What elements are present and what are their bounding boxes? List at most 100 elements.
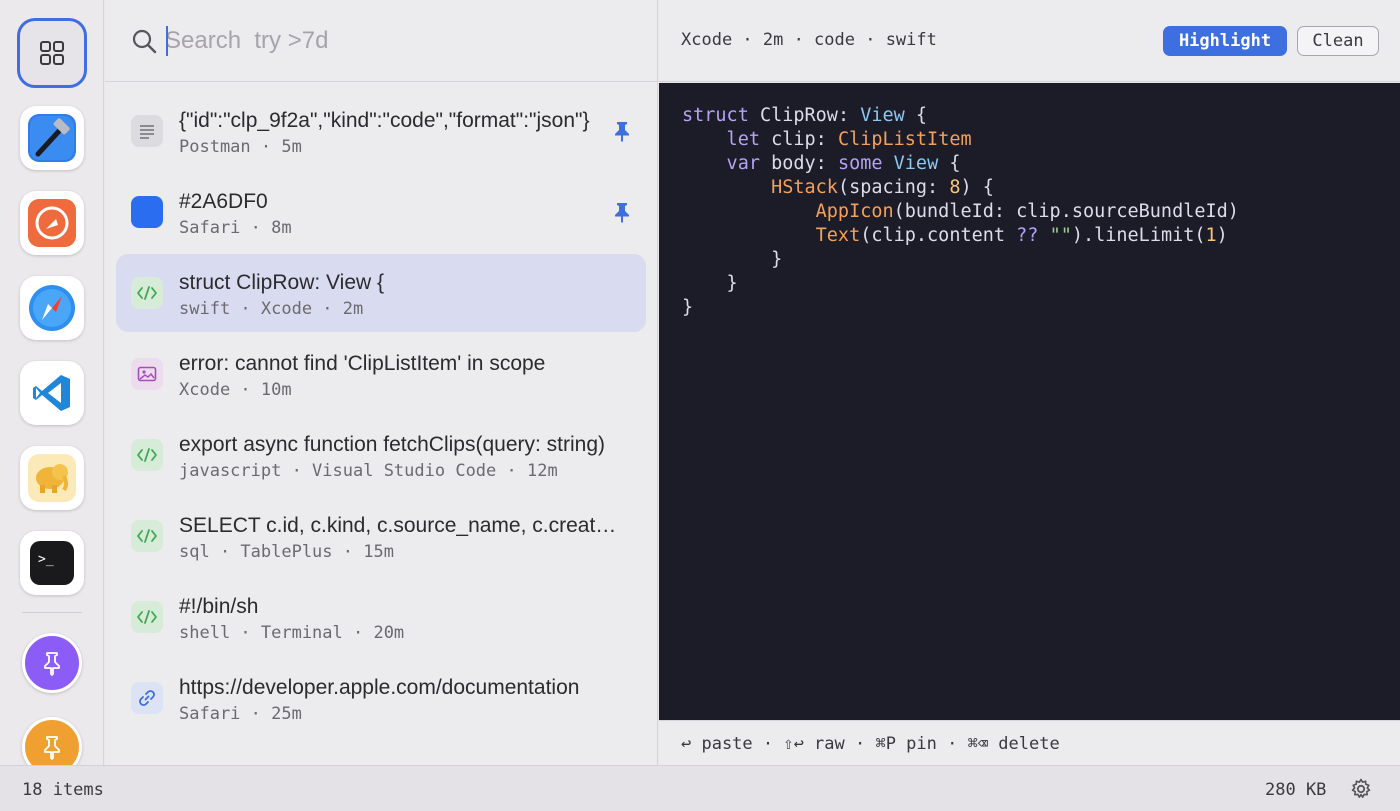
- terminal-source-button[interactable]: >_: [20, 531, 84, 595]
- code-line: AppIcon(bundleId: clip.sourceBundleId): [682, 201, 1239, 222]
- code-token: 8: [949, 177, 961, 198]
- vscode-source-button[interactable]: [20, 361, 84, 425]
- code-line: HStack(spacing: 8) {: [682, 177, 994, 198]
- pin-icon: [44, 652, 60, 676]
- detail-header: Xcode · 2m · code · swift Highlight Clea…: [659, 0, 1400, 82]
- clip-title: {"id":"clp_9f2a","kind":"code","format":…: [179, 109, 590, 132]
- clip-list-pane: {"id":"clp_9f2a","kind":"code","format":…: [105, 0, 658, 765]
- postman-source-button[interactable]: [20, 191, 84, 255]
- code-token: }: [682, 249, 783, 270]
- clip-title: #2A6DF0: [179, 190, 268, 213]
- code-token: body: [771, 153, 816, 174]
- code-line: }: [682, 273, 738, 294]
- item-count: 18 items: [22, 780, 104, 800]
- xcode-source-button[interactable]: [20, 106, 84, 170]
- code-token: AppIcon: [815, 201, 894, 222]
- code-token: (bundleId: clip.sourceBundleId): [893, 201, 1239, 222]
- code-token: ??: [1016, 225, 1039, 246]
- grid-icon: [40, 41, 64, 65]
- code-token: ClipListItem: [837, 129, 972, 150]
- code-token: {: [904, 105, 928, 126]
- clip-meta: Safari · 8m: [179, 218, 292, 238]
- shortcut-bar: ↩ paste · ⇧↩ raw · ⌘P pin · ⌘⌫ delete: [659, 720, 1400, 765]
- code-preview[interactable]: struct ClipRow: View { let clip: ClipLis…: [659, 83, 1400, 720]
- highlight-button[interactable]: Highlight: [1163, 26, 1287, 56]
- pin-icon[interactable]: [612, 201, 632, 223]
- clip-list: {"id":"clp_9f2a","kind":"code","format":…: [105, 92, 657, 740]
- code-token: "": [1049, 225, 1072, 246]
- code-token: View: [860, 105, 905, 126]
- text-caret: [166, 26, 168, 56]
- code-line: let clip: ClipListItem: [682, 129, 972, 150]
- code-token: (spacing:: [837, 177, 950, 198]
- clip-row[interactable]: struct ClipRow: View { swift · Xcode · 2m: [116, 254, 646, 332]
- clip-title: #!/bin/sh: [179, 595, 259, 618]
- code-line: var body: some View {: [682, 153, 961, 174]
- clip-meta: Safari · 25m: [179, 704, 302, 724]
- code-brackets-icon: [131, 520, 163, 552]
- code-token: struct: [682, 105, 760, 126]
- sidebar-separator: [22, 612, 82, 613]
- svg-text:>_: >_: [38, 552, 54, 567]
- status-bar: 18 items 280 KB: [0, 765, 1400, 811]
- code-token: 1: [1205, 225, 1217, 246]
- clean-button[interactable]: Clean: [1297, 26, 1379, 56]
- terminal-icon: >_: [30, 541, 74, 585]
- code-brackets-icon: [131, 601, 163, 633]
- code-brackets-icon: [131, 277, 163, 309]
- clip-row[interactable]: export async function fetchClips(query: …: [116, 416, 646, 494]
- code-token: let: [682, 129, 772, 150]
- tableplus-source-button[interactable]: [20, 446, 84, 510]
- code-token: ).lineLimit(: [1071, 225, 1206, 246]
- source-sidebar: >_: [0, 0, 104, 765]
- compass-icon: [29, 285, 75, 331]
- clip-meta: swift · Xcode · 2m: [179, 299, 364, 319]
- clip-meta: javascript · Visual Studio Code · 12m: [179, 461, 558, 481]
- clip-row[interactable]: error: cannot find 'ClipListItem' in sco…: [116, 335, 646, 413]
- image-icon: [131, 358, 163, 390]
- gear-icon[interactable]: [1350, 778, 1372, 800]
- link-icon: [131, 682, 163, 714]
- code-token: Text: [815, 225, 861, 246]
- code-token: {: [938, 153, 961, 174]
- pinned-collection-orange[interactable]: [22, 717, 82, 765]
- search-input[interactable]: [165, 24, 625, 58]
- code-line: struct ClipRow: View {: [682, 105, 927, 126]
- elephant-icon: [28, 454, 76, 502]
- code-token: :: [815, 129, 838, 150]
- code-line: }: [682, 249, 782, 270]
- clip-row[interactable]: #2A6DF0 Safari · 8m: [116, 173, 646, 251]
- safari-source-button[interactable]: [20, 276, 84, 340]
- clip-meta: Xcode · 10m: [179, 380, 292, 400]
- clip-row[interactable]: https://developer.apple.com/documentatio…: [116, 659, 646, 737]
- code-token: ClipRow: [759, 105, 838, 126]
- color-swatch-icon: [131, 196, 163, 228]
- text-lines-icon: [131, 115, 163, 147]
- code-line: }: [682, 297, 693, 318]
- code-token: View: [893, 153, 939, 174]
- search-bar: [105, 0, 657, 82]
- hammer-icon: [28, 114, 76, 162]
- code-token: }: [682, 273, 738, 294]
- search-icon: [132, 29, 157, 54]
- clip-row[interactable]: {"id":"clp_9f2a","kind":"code","format":…: [116, 92, 646, 170]
- code-token: ) {: [960, 177, 994, 198]
- code-token: }: [682, 297, 694, 318]
- shortcut-hints: ↩ paste · ⇧↩ raw · ⌘P pin · ⌘⌫ delete: [681, 734, 1060, 754]
- pinned-collection-purple[interactable]: [22, 633, 82, 693]
- clip-title: export async function fetchClips(query: …: [179, 433, 606, 456]
- clip-meta: Postman · 5m: [179, 137, 302, 157]
- detail-meta: Xcode · 2m · code · swift: [681, 30, 937, 50]
- all-clips-button[interactable]: [17, 18, 87, 88]
- storage-size: 280 KB: [1265, 780, 1327, 800]
- clip-row[interactable]: SELECT c.id, c.kind, c.source_name, c.cr…: [116, 497, 646, 575]
- code-token: some: [837, 153, 894, 174]
- pin-icon[interactable]: [612, 120, 632, 142]
- clip-row[interactable]: #!/bin/sh shell · Terminal · 20m: [116, 578, 646, 656]
- code-token: var: [682, 153, 772, 174]
- clip-title: struct ClipRow: View {: [179, 271, 385, 294]
